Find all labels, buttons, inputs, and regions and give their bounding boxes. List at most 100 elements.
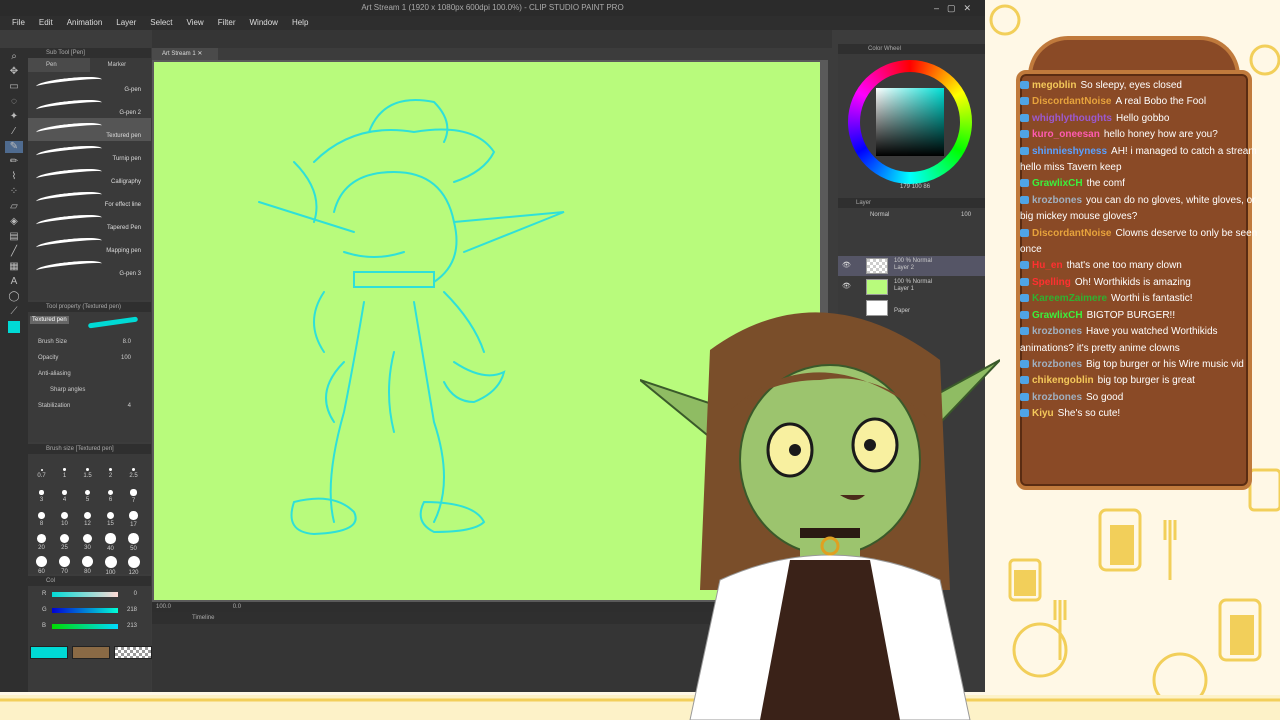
pencil-tool-icon[interactable]: ✏ — [5, 156, 23, 168]
correct-line-tool-icon[interactable]: ⟋ — [5, 306, 23, 318]
brush-size-option[interactable]: 4 — [53, 485, 76, 508]
red-slider[interactable]: R0 — [28, 586, 151, 602]
chat-username[interactable]: kuro_oneesan — [1032, 129, 1100, 140]
brush-size-option[interactable]: 2.5 — [122, 462, 145, 485]
brush-size-option[interactable]: 6 — [99, 485, 122, 508]
brush-size-option[interactable]: 20 — [30, 531, 53, 554]
brush-size-row[interactable]: Brush Size 8.0 — [28, 334, 151, 350]
brush-size-option[interactable]: 1.5 — [76, 462, 99, 485]
antialias-row[interactable]: Anti-aliasing — [28, 366, 151, 382]
sharp-angles-row[interactable]: Sharp angles — [28, 382, 151, 398]
brush-size-option[interactable]: 0.7 — [30, 462, 53, 485]
green-slider[interactable]: G 218 — [28, 602, 151, 618]
angle-value[interactable]: 0.0 — [233, 604, 241, 610]
menu-file[interactable]: File — [12, 16, 25, 30]
menu-filter[interactable]: Filter — [218, 16, 236, 30]
brush-tool-icon[interactable]: ⌇ — [5, 171, 23, 183]
brush-size-option[interactable]: 15 — [99, 508, 122, 531]
chat-username[interactable]: megoblin — [1032, 80, 1076, 91]
layer-row[interactable]: 👁 100 % Normal Layer 2 — [838, 256, 985, 276]
brush-item[interactable]: Tapered Pen — [28, 210, 151, 233]
brush-size-option[interactable]: 50 — [122, 531, 145, 554]
wand-tool-icon[interactable]: ✦ — [5, 111, 23, 123]
fill-tool-icon[interactable]: ◈ — [5, 216, 23, 228]
brush-size-option[interactable]: 1 — [53, 462, 76, 485]
brush-size-option[interactable]: 60 — [30, 554, 53, 577]
eraser-tool-icon[interactable]: ▱ — [5, 201, 23, 213]
window-controls[interactable]: –▢✕ — [934, 0, 979, 16]
chat-username[interactable]: Hu_en — [1032, 260, 1063, 271]
lasso-tool-icon[interactable]: ◌ — [5, 96, 23, 108]
chat-username[interactable]: shinnieshyness — [1032, 146, 1107, 157]
brush-size-option[interactable]: 5 — [76, 485, 99, 508]
brush-size-option[interactable]: 8 — [30, 508, 53, 531]
chat-username[interactable]: chikengoblin — [1032, 375, 1094, 386]
transparent-swatch[interactable] — [114, 646, 152, 659]
command-bar[interactable] — [152, 30, 832, 48]
airbrush-tool-icon[interactable]: ⁘ — [5, 186, 23, 198]
opacity-row[interactable]: Opacity 100 — [28, 350, 151, 366]
chat-username[interactable]: krozbones — [1032, 359, 1082, 370]
menu-edit[interactable]: Edit — [39, 16, 53, 30]
pen-tool-icon[interactable]: ✎ — [5, 141, 23, 153]
brush-size-option[interactable]: 25 — [53, 531, 76, 554]
brush-size-option[interactable]: 3 — [30, 485, 53, 508]
blend-row[interactable]: Normal 100 — [838, 208, 985, 222]
tab-marker[interactable]: Marker — [90, 58, 152, 72]
brush-item[interactable]: G-pen 3 — [28, 256, 151, 279]
menu-layer[interactable]: Layer — [116, 16, 136, 30]
chat-username[interactable]: Spelling — [1032, 277, 1071, 288]
brush-size-option[interactable]: 70 — [53, 554, 76, 577]
color-swatch-icon[interactable] — [8, 321, 20, 333]
figure-tool-icon[interactable]: ╱ — [5, 246, 23, 258]
chat-username[interactable]: DiscordantNoise — [1032, 96, 1111, 107]
document-tab[interactable]: Art Stream 1 ✕ — [152, 48, 218, 60]
move-tool-icon[interactable]: ✥ — [5, 66, 23, 78]
chat-username[interactable]: krozbones — [1032, 392, 1082, 403]
gradient-tool-icon[interactable]: ▤ — [5, 231, 23, 243]
chat-username[interactable]: GrawlixCH — [1032, 178, 1083, 189]
brush-item[interactable]: G-pen 2 — [28, 95, 151, 118]
zoom-tool-icon[interactable]: ⌕ — [5, 51, 23, 63]
chat-username[interactable]: DiscordantNoise — [1032, 228, 1111, 239]
menu-window[interactable]: Window — [250, 16, 278, 30]
balloon-tool-icon[interactable]: ◯ — [5, 291, 23, 303]
brush-size-option[interactable]: 30 — [76, 531, 99, 554]
brush-size-option[interactable]: 80 — [76, 554, 99, 577]
chat-username[interactable]: krozbones — [1032, 195, 1082, 206]
eye-icon[interactable]: 👁 — [842, 261, 851, 269]
eye-icon[interactable]: 👁 — [842, 282, 851, 290]
brush-size-option[interactable]: 100 — [99, 554, 122, 577]
brush-size-option[interactable]: 12 — [76, 508, 99, 531]
brush-size-option[interactable]: 17 — [122, 508, 145, 531]
saturation-value-square[interactable] — [876, 88, 944, 156]
menu-animation[interactable]: Animation — [67, 16, 103, 30]
sub-color-swatch[interactable] — [72, 646, 110, 659]
brush-size-option[interactable]: 40 — [99, 531, 122, 554]
frame-tool-icon[interactable]: ▦ — [5, 261, 23, 273]
brush-item[interactable]: G-pen — [28, 72, 151, 95]
tab-pen[interactable]: Pen — [28, 58, 90, 72]
brush-size-option[interactable]: 2 — [99, 462, 122, 485]
hue-ring[interactable] — [848, 60, 972, 184]
chat-username[interactable]: KareemZaimere — [1032, 293, 1107, 304]
blue-slider[interactable]: B 213 — [28, 618, 151, 634]
menu-select[interactable]: Select — [150, 16, 172, 30]
brush-item[interactable]: For effect line — [28, 187, 151, 210]
brush-item[interactable]: Turnip pen — [28, 141, 151, 164]
stabilization-row[interactable]: Stabilization 4 — [28, 398, 151, 414]
main-color-swatch[interactable] — [30, 646, 68, 659]
brush-item[interactable]: Calligraphy — [28, 164, 151, 187]
brush-size-option[interactable]: 120 — [122, 554, 145, 577]
text-tool-icon[interactable]: A — [5, 276, 23, 288]
eyedropper-tool-icon[interactable]: ⁄ — [5, 126, 23, 138]
chat-username[interactable]: Kiyu — [1032, 408, 1054, 419]
zoom-value[interactable]: 100.0 — [156, 604, 171, 610]
brush-size-option[interactable]: 10 — [53, 508, 76, 531]
select-tool-icon[interactable]: ▭ — [5, 81, 23, 93]
menu-view[interactable]: View — [187, 16, 204, 30]
menu-help[interactable]: Help — [292, 16, 308, 30]
brush-item[interactable]: Mapping pen — [28, 233, 151, 256]
chat-username[interactable]: krozbones — [1032, 326, 1082, 337]
chat-username[interactable]: whighlythoughts — [1032, 113, 1112, 124]
